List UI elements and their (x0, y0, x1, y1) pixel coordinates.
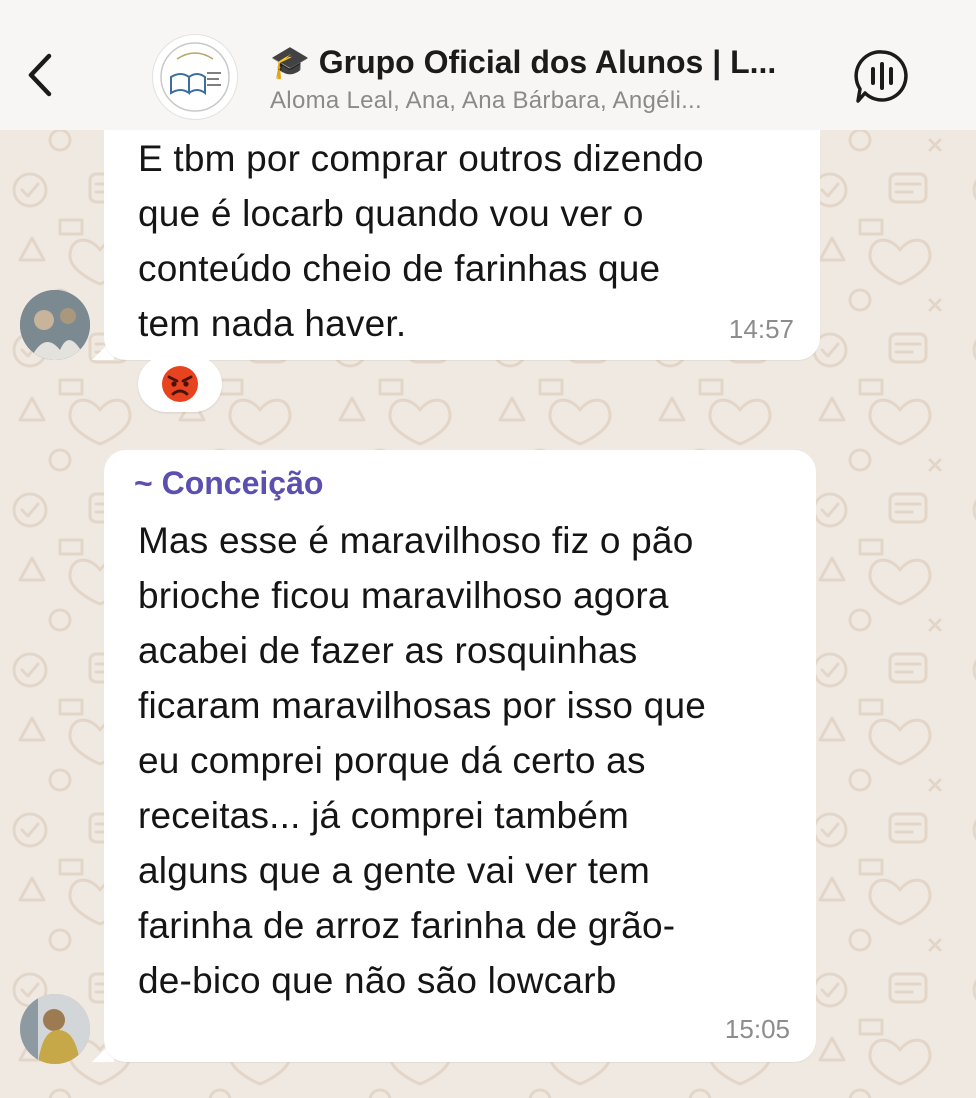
group-title[interactable]: 🎓 Grupo Oficial dos Alunos | L... (270, 40, 840, 84)
message-time: 14:57 (728, 314, 794, 344)
voice-call-icon (854, 50, 908, 103)
chat-header: 🎓 Grupo Oficial dos Alunos | L... Aloma … (0, 0, 976, 130)
sender-avatar[interactable] (20, 290, 90, 360)
group-members[interactable]: Aloma Leal, Ana, Ana Bárbara, Angéli... (270, 84, 830, 118)
avatar-photo (20, 994, 90, 1064)
angry-face-emoji (162, 366, 198, 402)
group-avatar[interactable] (152, 34, 238, 120)
back-button[interactable] (16, 40, 64, 110)
sender-name[interactable]: ~ Conceição (134, 462, 323, 504)
message-bubble[interactable]: E tbm por comprar outros dizendo que é l… (104, 130, 820, 360)
voice-call-button[interactable] (850, 44, 914, 108)
message-text: E tbm por comprar outros dizendo que é l… (138, 138, 704, 344)
avatar-photo (20, 290, 90, 360)
graduation-cap-emoji: 🎓 (270, 44, 310, 80)
chevron-left-icon (28, 53, 52, 97)
message-time: 15:05 (724, 1014, 790, 1044)
message-bubble[interactable]: ~ Conceição Mas esse é maravilhoso fiz o… (104, 450, 816, 1062)
sender-avatar[interactable] (20, 994, 90, 1064)
message-reaction[interactable] (138, 356, 222, 412)
group-logo (160, 42, 230, 112)
group-title-text: Grupo Oficial dos Alunos | L... (318, 44, 777, 80)
message-text: Mas esse é maravilhoso fiz o pão brioche… (138, 520, 706, 1001)
